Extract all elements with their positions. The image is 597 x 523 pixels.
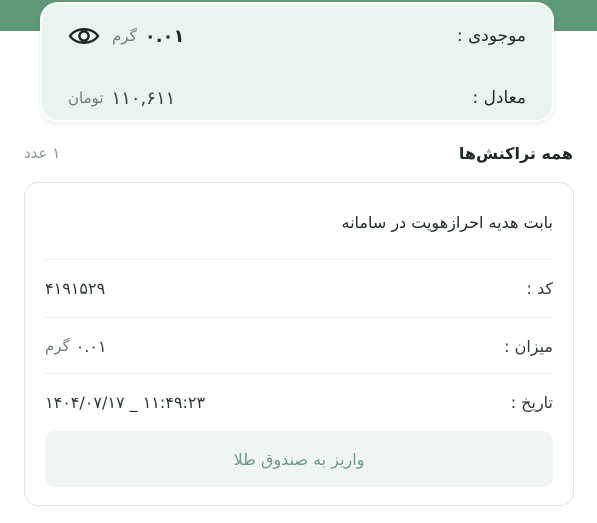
transactions-header: همه تراکنش‌ها ۱ عدد bbox=[24, 138, 573, 168]
equivalent-row: معادل : ۱۱۰,۶۱۱ تومان bbox=[68, 78, 526, 118]
amount-label: میزان : bbox=[504, 336, 553, 356]
stock-label: موجودی : bbox=[456, 26, 526, 46]
stock-unit: گرم bbox=[112, 27, 137, 45]
stock-amount: ۰.۰۱ bbox=[144, 25, 185, 47]
code-row: کد : ۴۱۹۱۵۲۹ bbox=[45, 259, 553, 316]
amount-value: ۰.۰۱ گرم bbox=[45, 337, 107, 356]
transaction-title: بابت هدیه احرازهویت در سامانه bbox=[341, 213, 553, 232]
section-title: همه تراکنش‌ها bbox=[458, 143, 573, 163]
eye-icon[interactable] bbox=[68, 25, 100, 47]
code-value: ۴۱۹۱۵۲۹ bbox=[45, 278, 106, 298]
amount-number: ۰.۰۱ bbox=[75, 336, 107, 356]
balance-card: موجودی : ۰.۰۱ گرم معادل : ۱۱۰,۶۱۱ تومان bbox=[40, 2, 554, 122]
deposit-button[interactable]: واریز به صندوق طلا bbox=[45, 431, 553, 487]
code-label: کد : bbox=[526, 278, 554, 298]
transaction-card: بابت هدیه احرازهویت در سامانه کد : ۴۱۹۱۵… bbox=[24, 182, 574, 506]
equivalent-label: معادل : bbox=[472, 88, 526, 108]
equivalent-unit: تومان bbox=[68, 89, 104, 107]
amount-row: میزان : ۰.۰۱ گرم bbox=[45, 317, 553, 374]
transaction-count: ۱ عدد bbox=[24, 144, 61, 162]
stock-row: موجودی : ۰.۰۱ گرم bbox=[68, 16, 526, 56]
equivalent-amount: ۱۱۰,۶۱۱ bbox=[111, 87, 176, 109]
date-label: تاریخ : bbox=[510, 392, 553, 412]
date-value: ۱۴۰۴/۰۷/۱۷ _ ۱۱:۴۹:۲۳ bbox=[45, 392, 206, 412]
equivalent-value: ۱۱۰,۶۱۱ تومان bbox=[68, 88, 175, 109]
date-row: تاریخ : ۱۴۰۴/۰۷/۱۷ _ ۱۱:۴۹:۲۳ bbox=[45, 373, 553, 430]
amount-unit: گرم bbox=[45, 337, 70, 355]
stock-value: ۰.۰۱ گرم bbox=[68, 25, 185, 47]
